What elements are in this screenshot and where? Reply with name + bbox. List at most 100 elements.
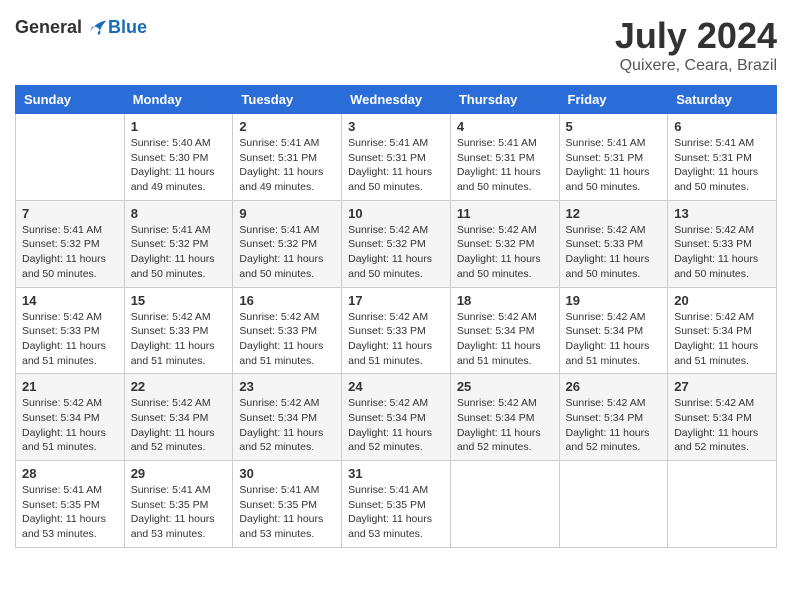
calendar-cell: 20 Sunrise: 5:42 AMSunset: 5:34 PMDayligh… [668,287,777,374]
day-info: Sunrise: 5:42 AMSunset: 5:34 PMDaylight:… [566,310,662,369]
day-number: 15 [131,293,227,308]
day-info: Sunrise: 5:42 AMSunset: 5:33 PMDaylight:… [239,310,335,369]
day-number: 11 [457,206,553,221]
day-info: Sunrise: 5:42 AMSunset: 5:33 PMDaylight:… [348,310,444,369]
day-info: Sunrise: 5:42 AMSunset: 5:33 PMDaylight:… [131,310,227,369]
day-info: Sunrise: 5:42 AMSunset: 5:34 PMDaylight:… [131,396,227,455]
weekday-header-tuesday: Tuesday [233,86,342,114]
day-number: 17 [348,293,444,308]
calendar-location: Quixere, Ceara, Brazil [615,57,777,75]
day-info: Sunrise: 5:41 AMSunset: 5:31 PMDaylight:… [674,136,770,195]
day-info: Sunrise: 5:41 AMSunset: 5:31 PMDaylight:… [457,136,553,195]
calendar-cell: 11 Sunrise: 5:42 AMSunset: 5:32 PMDayligh… [450,200,559,287]
calendar-table: SundayMondayTuesdayWednesdayThursdayFrid… [15,85,777,548]
day-number: 8 [131,206,227,221]
calendar-cell: 2Sunrise: 5:41 AMSunset: 5:31 PMDaylight… [233,114,342,201]
day-info: Sunrise: 5:41 AMSunset: 5:35 PMDaylight:… [239,483,335,542]
calendar-cell: 13 Sunrise: 5:42 AMSunset: 5:33 PMDayligh… [668,200,777,287]
day-number: 18 [457,293,553,308]
day-info: Sunrise: 5:41 AMSunset: 5:35 PMDaylight:… [22,483,118,542]
calendar-cell: 22 Sunrise: 5:42 AMSunset: 5:34 PMDayligh… [124,374,233,461]
day-number: 20 [674,293,770,308]
calendar-week-row: 1 Sunrise: 5:40 AMSunset: 5:30 PMDaylight… [16,114,777,201]
day-number: 14 [22,293,118,308]
calendar-cell: 21 Sunrise: 5:42 AMSunset: 5:34 PMDayligh… [16,374,125,461]
calendar-cell: 30 Sunrise: 5:41 AMSunset: 5:35 PMDayligh… [233,461,342,548]
day-number: 5 [566,119,662,134]
day-number: 10 [348,206,444,221]
weekday-header-row: SundayMondayTuesdayWednesdayThursdayFrid… [16,86,777,114]
calendar-cell: 12Sunrise: 5:42 AMSunset: 5:33 PMDayligh… [559,200,668,287]
calendar-cell: 3 Sunrise: 5:41 AMSunset: 5:31 PMDaylight… [342,114,451,201]
calendar-cell: 14Sunrise: 5:42 AMSunset: 5:33 PMDayligh… [16,287,125,374]
calendar-cell: 29 Sunrise: 5:41 AMSunset: 5:35 PMDayligh… [124,461,233,548]
calendar-cell: 28Sunrise: 5:41 AMSunset: 5:35 PMDayligh… [16,461,125,548]
day-info: Sunrise: 5:42 AMSunset: 5:33 PMDaylight:… [674,223,770,282]
calendar-week-row: 28Sunrise: 5:41 AMSunset: 5:35 PMDayligh… [16,461,777,548]
day-info: Sunrise: 5:42 AMSunset: 5:34 PMDaylight:… [674,396,770,455]
day-info: Sunrise: 5:41 AMSunset: 5:35 PMDaylight:… [131,483,227,542]
weekday-header-monday: Monday [124,86,233,114]
calendar-cell: 19Sunrise: 5:42 AMSunset: 5:34 PMDayligh… [559,287,668,374]
day-info: Sunrise: 5:42 AMSunset: 5:32 PMDaylight:… [457,223,553,282]
day-info: Sunrise: 5:40 AMSunset: 5:30 PMDaylight:… [131,136,227,195]
calendar-cell [559,461,668,548]
day-number: 7 [22,206,118,221]
day-number: 3 [348,119,444,134]
page-header: General Blue July 2024 Quixere, Ceara, B… [15,15,777,75]
logo-bird-icon [84,15,108,39]
day-number: 24 [348,379,444,394]
day-info: Sunrise: 5:42 AMSunset: 5:33 PMDaylight:… [566,223,662,282]
calendar-cell [16,114,125,201]
calendar-title: July 2024 [615,15,777,57]
day-info: Sunrise: 5:42 AMSunset: 5:34 PMDaylight:… [22,396,118,455]
weekday-header-wednesday: Wednesday [342,86,451,114]
day-info: Sunrise: 5:42 AMSunset: 5:32 PMDaylight:… [348,223,444,282]
day-info: Sunrise: 5:42 AMSunset: 5:34 PMDaylight:… [674,310,770,369]
weekday-header-saturday: Saturday [668,86,777,114]
day-number: 16 [239,293,335,308]
calendar-cell: 24 Sunrise: 5:42 AMSunset: 5:34 PMDayligh… [342,374,451,461]
day-number: 6 [674,119,770,134]
weekday-header-sunday: Sunday [16,86,125,114]
day-info: Sunrise: 5:41 AMSunset: 5:31 PMDaylight:… [348,136,444,195]
calendar-cell: 27Sunrise: 5:42 AMSunset: 5:34 PMDayligh… [668,374,777,461]
calendar-cell [450,461,559,548]
weekday-header-friday: Friday [559,86,668,114]
day-info: Sunrise: 5:41 AMSunset: 5:32 PMDaylight:… [131,223,227,282]
day-info: Sunrise: 5:42 AMSunset: 5:34 PMDaylight:… [457,396,553,455]
calendar-week-row: 21 Sunrise: 5:42 AMSunset: 5:34 PMDayligh… [16,374,777,461]
day-number: 4 [457,119,553,134]
calendar-cell: 18 Sunrise: 5:42 AMSunset: 5:34 PMDayligh… [450,287,559,374]
day-info: Sunrise: 5:42 AMSunset: 5:34 PMDaylight:… [566,396,662,455]
calendar-cell: 9Sunrise: 5:41 AMSunset: 5:32 PMDaylight… [233,200,342,287]
day-number: 29 [131,466,227,481]
logo-text-blue: Blue [108,17,147,38]
day-number: 30 [239,466,335,481]
day-number: 2 [239,119,335,134]
calendar-cell [668,461,777,548]
day-info: Sunrise: 5:41 AMSunset: 5:35 PMDaylight:… [348,483,444,542]
logo: General Blue [15,15,147,39]
calendar-cell: 31Sunrise: 5:41 AMSunset: 5:35 PMDayligh… [342,461,451,548]
weekday-header-thursday: Thursday [450,86,559,114]
calendar-cell: 4 Sunrise: 5:41 AMSunset: 5:31 PMDaylight… [450,114,559,201]
calendar-cell: 23Sunrise: 5:42 AMSunset: 5:34 PMDayligh… [233,374,342,461]
calendar-cell: 26 Sunrise: 5:42 AMSunset: 5:34 PMDayligh… [559,374,668,461]
day-info: Sunrise: 5:41 AMSunset: 5:32 PMDaylight:… [22,223,118,282]
day-info: Sunrise: 5:42 AMSunset: 5:34 PMDaylight:… [348,396,444,455]
day-number: 25 [457,379,553,394]
calendar-cell: 16 Sunrise: 5:42 AMSunset: 5:33 PMDayligh… [233,287,342,374]
day-number: 23 [239,379,335,394]
day-number: 21 [22,379,118,394]
day-number: 1 [131,119,227,134]
calendar-cell: 17 Sunrise: 5:42 AMSunset: 5:33 PMDayligh… [342,287,451,374]
day-info: Sunrise: 5:41 AMSunset: 5:32 PMDaylight:… [239,223,335,282]
calendar-cell: 15 Sunrise: 5:42 AMSunset: 5:33 PMDayligh… [124,287,233,374]
calendar-cell: 5Sunrise: 5:41 AMSunset: 5:31 PMDaylight… [559,114,668,201]
calendar-week-row: 14 Sunrise: 5:42 AMSunset: 5:33 PMDayligh… [16,287,777,374]
day-number: 22 [131,379,227,394]
day-info: Sunrise: 5:42 AMSunset: 5:34 PMDaylight:… [457,310,553,369]
day-number: 13 [674,206,770,221]
day-number: 26 [566,379,662,394]
